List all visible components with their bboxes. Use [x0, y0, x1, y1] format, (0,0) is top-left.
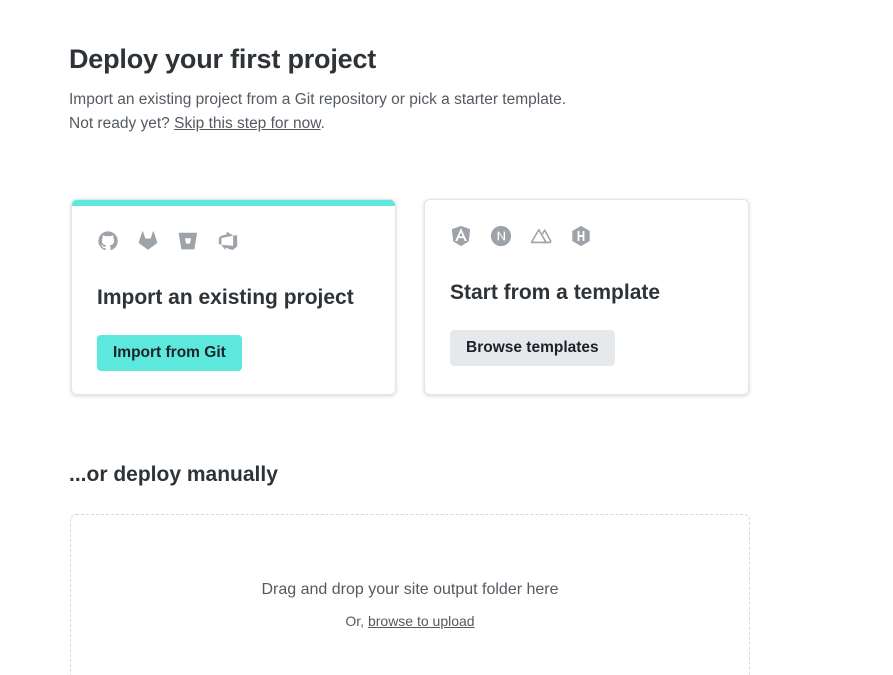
card-accent-bar: [72, 200, 395, 206]
git-provider-icons: [97, 230, 239, 252]
deploy-manually-heading: ...or deploy manually: [69, 463, 278, 486]
start-from-template-card: Start from a template Browse templates: [424, 199, 749, 395]
import-card-title: Import an existing project: [97, 286, 354, 309]
deploy-page: Deploy your first project Import an exis…: [0, 0, 893, 675]
skip-step-link[interactable]: Skip this step for now: [174, 115, 320, 132]
browse-templates-button[interactable]: Browse templates: [450, 330, 615, 366]
template-card-title: Start from a template: [450, 281, 661, 304]
nextjs-icon: [490, 225, 512, 247]
drop-zone-subtext: Or, browse to upload: [71, 613, 749, 629]
not-ready-suffix: .: [320, 115, 325, 132]
angular-icon: [450, 225, 472, 247]
import-from-git-button[interactable]: Import from Git: [97, 335, 242, 371]
browse-to-upload-link[interactable]: browse to upload: [368, 613, 475, 629]
page-title: Deploy your first project: [69, 44, 377, 74]
nuxt-icon: [530, 225, 552, 247]
not-ready-text: Not ready yet?: [69, 115, 170, 132]
gitlab-icon: [137, 230, 159, 252]
or-prefix: Or,: [345, 613, 365, 629]
framework-icons: [450, 225, 592, 247]
drop-zone-text: Drag and drop your site output folder he…: [261, 581, 559, 598]
drag-drop-upload-zone[interactable]: Drag and drop your site output folder he…: [70, 514, 750, 675]
azure-devops-icon: [217, 230, 239, 252]
bitbucket-icon: [177, 230, 199, 252]
hugo-icon: [570, 225, 592, 247]
page-description: Import an existing project from a Git re…: [69, 88, 566, 136]
description-text: Import an existing project from a Git re…: [69, 91, 567, 108]
import-existing-project-card: Import an existing project Import from G…: [71, 199, 396, 395]
github-icon: [97, 230, 119, 252]
